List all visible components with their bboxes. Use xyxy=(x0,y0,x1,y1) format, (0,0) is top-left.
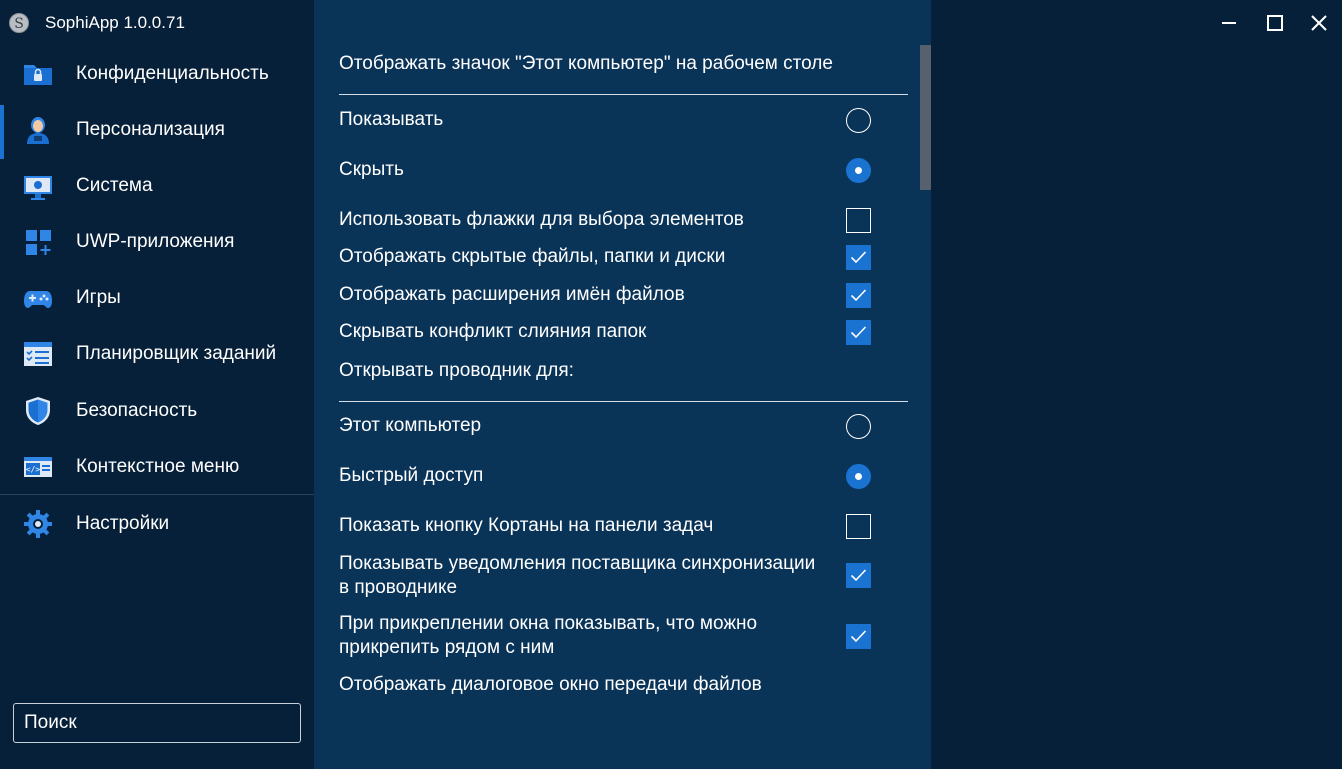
checkmark-icon xyxy=(850,289,867,302)
sidebar-item-label: Планировщик заданий xyxy=(76,343,277,364)
sidebar-item-system[interactable]: Система xyxy=(0,158,314,214)
sidebar-item-label: Игры xyxy=(76,287,121,308)
radio-show[interactable] xyxy=(846,108,871,133)
sidebar-item-context-menu[interactable]: </> Контекстное меню xyxy=(0,439,314,495)
checkmark-icon xyxy=(850,630,867,643)
gamepad-icon xyxy=(24,291,52,308)
title-bar[interactable]: S SophiApp 1.0.0.71 xyxy=(0,0,1342,45)
section-title-open-explorer: Открывать проводник для: xyxy=(339,360,574,381)
sidebar-item-label: Система xyxy=(76,175,153,196)
task-scheduler-list-icon xyxy=(24,342,52,366)
close-button[interactable] xyxy=(1296,0,1342,45)
app-window: S SophiApp 1.0.0.71 Конфиденциальность П… xyxy=(0,0,1342,769)
option-label: Этот компьютер xyxy=(339,415,482,436)
toggle-label: Использовать флажки для выбора элементов xyxy=(339,209,744,230)
checkbox-file-extensions[interactable] xyxy=(846,283,871,308)
checkbox-hidden-files[interactable] xyxy=(846,245,871,270)
option-label: Скрыть xyxy=(339,159,404,180)
section-title-this-pc-icon: Отображать значок "Этот компьютер" на ра… xyxy=(339,53,833,74)
context-menu-code-icon: </> xyxy=(24,457,52,477)
checkmark-icon xyxy=(850,326,867,339)
right-empty-pane xyxy=(931,45,1342,769)
toggle-label: Скрывать конфликт слияния папок xyxy=(339,321,647,342)
sidebar: Конфиденциальность Персонализация Систем… xyxy=(0,45,314,769)
privacy-folder-lock-icon xyxy=(24,65,52,85)
radio-this-pc[interactable] xyxy=(846,414,871,439)
toggle-label: При прикреплении окна показывать, что мо… xyxy=(339,613,758,658)
sidebar-item-label: UWP-приложения xyxy=(76,231,235,252)
radio-dot xyxy=(854,472,862,480)
toggle-label: Отображать расширения имён файлов xyxy=(339,284,685,305)
minimize-icon xyxy=(1222,21,1236,24)
gear-icon xyxy=(24,510,52,538)
sidebar-item-label: Персонализация xyxy=(76,119,225,140)
checkbox-merge-conflicts[interactable] xyxy=(846,320,871,345)
section-title-file-transfer-dialog: Отображать диалоговое окно передачи файл… xyxy=(339,674,762,695)
sidebar-item-settings[interactable]: Настройки xyxy=(0,496,314,552)
sidebar-item-security[interactable]: Безопасность xyxy=(0,383,314,439)
option-label: Показывать xyxy=(339,109,444,130)
toggle-label: Показать кнопку Кортаны на панели задач xyxy=(339,515,714,536)
toggle-label: Отображать скрытые файлы, папки и диски xyxy=(339,246,726,267)
sidebar-divider xyxy=(0,494,314,495)
active-item-indicator xyxy=(0,105,4,159)
toggle-label: Показывать уведомления поставщика синхро… xyxy=(339,553,816,598)
close-icon xyxy=(1311,14,1327,31)
sidebar-item-label: Контекстное меню xyxy=(76,456,240,477)
svg-text:</>: </> xyxy=(26,465,41,474)
shield-icon xyxy=(26,397,50,425)
minimize-button[interactable] xyxy=(1206,0,1252,45)
checkmark-icon xyxy=(850,251,867,264)
app-logo-icon: S xyxy=(9,13,29,33)
app-title: SophiApp 1.0.0.71 xyxy=(45,13,185,32)
sidebar-item-uwp-apps[interactable]: UWP-приложения xyxy=(0,214,314,270)
sidebar-item-personalization[interactable]: Персонализация xyxy=(0,102,314,159)
search-box[interactable] xyxy=(13,703,301,743)
content-scrollbar[interactable] xyxy=(920,45,931,190)
sidebar-item-task-scheduler[interactable]: Планировщик заданий xyxy=(0,326,314,382)
user-personalization-icon xyxy=(27,117,49,144)
sidebar-item-label: Настройки xyxy=(76,513,170,534)
maximize-button[interactable] xyxy=(1252,0,1298,45)
maximize-icon xyxy=(1267,14,1283,31)
sidebar-item-privacy[interactable]: Конфиденциальность xyxy=(0,46,314,102)
sidebar-item-label: Конфиденциальность xyxy=(76,63,269,84)
checkbox-item-checkboxes[interactable] xyxy=(846,208,871,233)
uwp-apps-grid-icon xyxy=(26,230,51,255)
section-divider xyxy=(339,94,908,95)
search-input[interactable] xyxy=(14,704,300,742)
radio-hide[interactable] xyxy=(846,158,871,183)
checkbox-cortana-button[interactable] xyxy=(846,514,871,539)
sidebar-item-games[interactable]: Игры xyxy=(0,270,314,326)
checkbox-snap-assist[interactable] xyxy=(846,624,871,649)
checkbox-sync-provider-notifications[interactable] xyxy=(846,563,871,588)
radio-quick-access[interactable] xyxy=(846,464,871,489)
sidebar-item-label: Безопасность xyxy=(76,400,198,421)
checkmark-icon xyxy=(850,569,867,582)
radio-dot xyxy=(854,166,862,174)
option-label: Быстрый доступ xyxy=(339,465,484,486)
monitor-system-icon xyxy=(24,176,52,200)
section-divider xyxy=(339,401,908,402)
